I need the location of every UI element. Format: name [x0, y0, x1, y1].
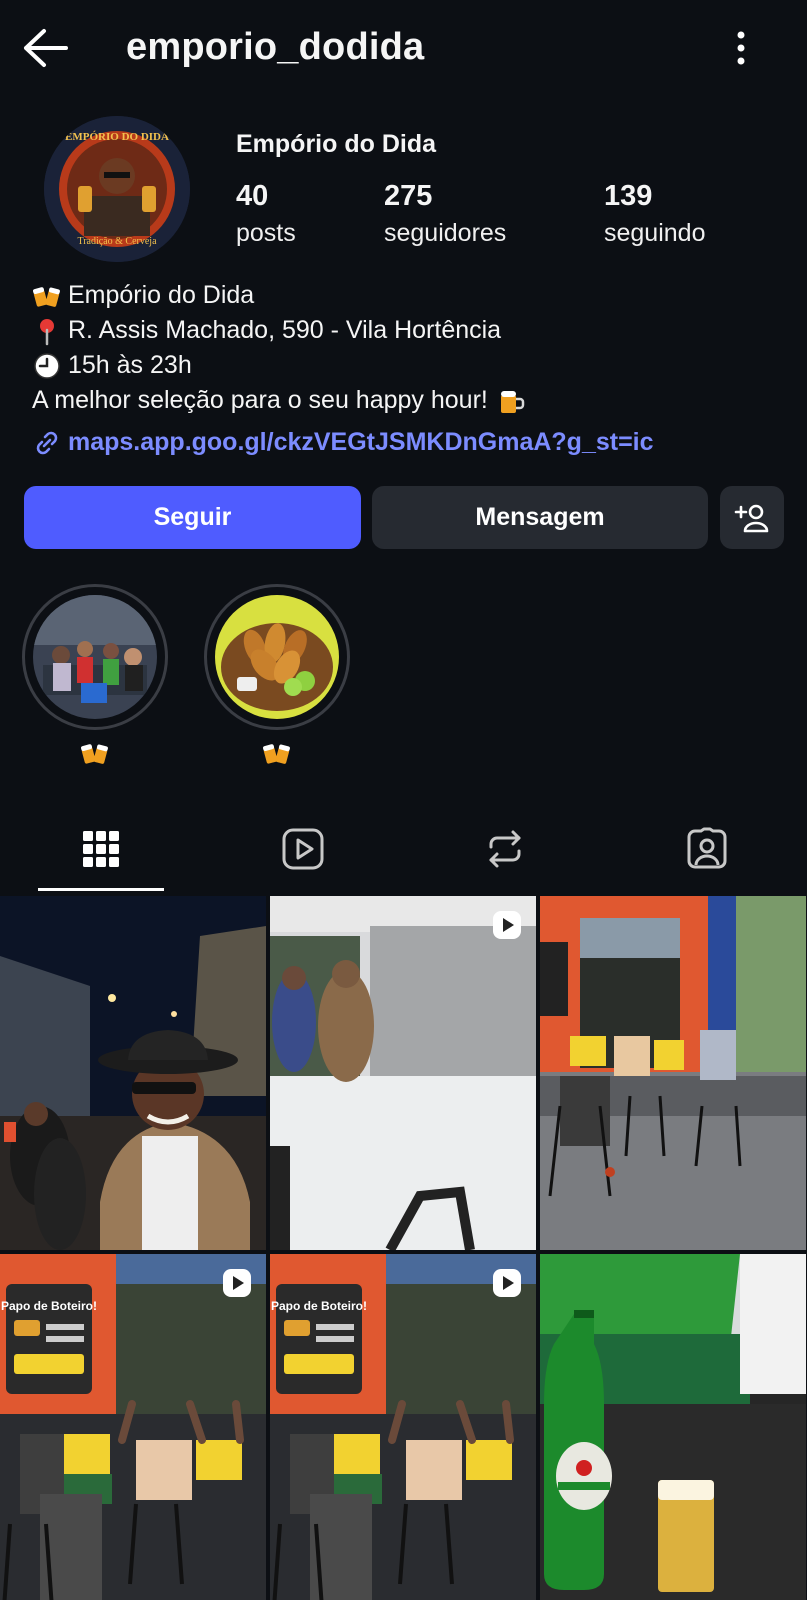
suggest-people-button[interactable] — [720, 486, 784, 549]
stat-posts[interactable]: 40 posts — [236, 180, 296, 248]
bio-link[interactable]: maps.app.goo.gl/ckzVEGtJSMKDnGmaA?g_st=i… — [32, 425, 792, 460]
bio-address: R. Assis Machado, 590 - Vila Hortência — [68, 316, 502, 344]
highlight-ring — [22, 584, 168, 730]
reel-indicator-icon — [222, 1268, 252, 1298]
add-person-icon — [734, 504, 769, 532]
post-sign-text: Papo de Boteiro! — [1, 1299, 97, 1313]
clock-icon — [32, 351, 62, 381]
tab-reels[interactable] — [202, 806, 404, 892]
message-button[interactable]: Mensagem — [372, 486, 708, 549]
stat-followers[interactable]: 275 seguidores — [384, 180, 506, 248]
map-pin-icon — [32, 316, 62, 346]
post-thumbnail[interactable] — [540, 1254, 806, 1600]
avatar-logo-text-top: EMPÓRIO DO DIDA — [65, 131, 169, 143]
back-arrow-icon[interactable] — [22, 28, 72, 68]
avatar-logo-text-bottom: Tradição & Cerveja — [77, 236, 157, 247]
following-count: 139 — [604, 180, 653, 212]
clinking-beer-mugs-icon — [81, 744, 108, 764]
post-thumbnail[interactable]: Papo de Boteiro! — [270, 1254, 536, 1600]
grid-icon — [83, 831, 119, 867]
top-bar: emporio_dodida — [0, 0, 807, 100]
selected-tab-indicator — [38, 888, 164, 891]
post-thumbnail[interactable] — [540, 896, 806, 1250]
link-icon — [32, 428, 62, 458]
profile-tabs — [0, 806, 807, 892]
bio-line-hours: 15h às 23h — [32, 348, 792, 383]
bio-business-name: Empório do Dida — [68, 281, 255, 309]
tab-posts-grid[interactable] — [0, 806, 202, 892]
post-sign-text: Papo de Boteiro! — [271, 1299, 367, 1313]
posts-label: posts — [236, 219, 296, 247]
highlight-cover-image — [33, 595, 157, 719]
highlight-emoji-label — [204, 738, 350, 773]
tagged-icon — [687, 827, 727, 869]
reels-icon — [282, 828, 324, 870]
tab-tagged[interactable] — [606, 806, 807, 892]
profile-bio: Empório do Dida R. Assis Machado, 590 - … — [32, 278, 792, 460]
stat-following[interactable]: 139 seguindo — [604, 180, 705, 248]
bio-tagline: A melhor seleção para o seu happy hour! — [32, 386, 488, 414]
profile-username: emporio_dodida — [126, 26, 425, 68]
follow-button[interactable]: Seguir — [24, 486, 361, 549]
highlight-ring — [204, 584, 350, 730]
posts-count: 40 — [236, 180, 269, 212]
bio-line-tagline: A melhor seleção para o seu happy hour! — [32, 383, 792, 418]
post-thumbnail[interactable] — [270, 896, 536, 1250]
reel-indicator-icon — [492, 910, 522, 940]
profile-avatar[interactable]: EMPÓRIO DO DIDA Tradição & Cerveja — [44, 116, 190, 262]
clinking-beer-mugs-icon — [263, 744, 290, 764]
story-highlight[interactable] — [204, 584, 350, 773]
highlight-cover-image — [215, 595, 339, 719]
clinking-beer-mugs-icon — [32, 281, 62, 311]
bio-line-name: Empório do Dida — [32, 278, 792, 313]
more-options-icon[interactable] — [726, 28, 756, 68]
reposts-icon — [489, 830, 521, 868]
followers-label: seguidores — [384, 219, 507, 247]
story-highlight[interactable] — [22, 584, 168, 773]
profile-display-name: Empório do Dida — [236, 130, 436, 158]
highlight-emoji-label — [22, 738, 168, 773]
reel-indicator-icon — [492, 1268, 522, 1298]
post-thumbnail[interactable] — [0, 896, 266, 1250]
beer-mug-icon — [496, 386, 526, 416]
bio-link-text[interactable]: maps.app.goo.gl/ckzVEGtJSMKDnGmaA?g_st=i… — [68, 425, 654, 460]
post-thumbnail[interactable]: Papo de Boteiro! — [0, 1254, 266, 1600]
followers-count: 275 — [384, 180, 433, 212]
bio-line-address: R. Assis Machado, 590 - Vila Hortência — [32, 313, 792, 348]
tab-reposts[interactable] — [404, 806, 606, 892]
following-label: seguindo — [604, 219, 706, 247]
bio-hours: 15h às 23h — [68, 351, 192, 379]
